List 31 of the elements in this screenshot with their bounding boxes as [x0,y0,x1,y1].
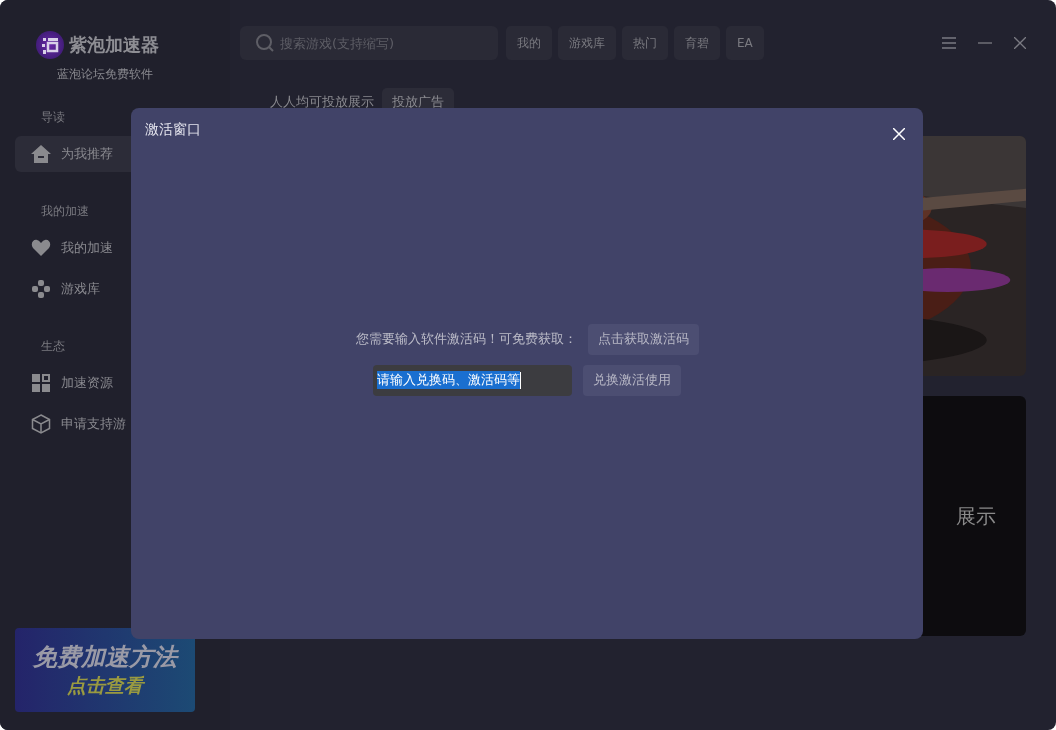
dialog-title: 激活窗口 [145,121,201,139]
tab[interactable]: 热门 [622,26,668,60]
tab[interactable]: 育碧 [674,26,720,60]
logo-icon [35,30,65,60]
app-subtitle: 蓝泡论坛免费软件 [56,66,154,83]
tab[interactable]: 我的 [506,26,552,60]
promo-banner[interactable]: 免费加速方法 点击查看 [15,628,195,712]
app-name: 紫泡加速器 [69,33,159,57]
code-input-field[interactable]: 请输入兑换码、激活码等 [373,364,572,396]
tab[interactable]: 游戏库 [558,26,616,60]
menu-icon[interactable] [942,37,956,49]
sidebar-item[interactable]: 申请支持游 [15,406,215,442]
sidebar-item[interactable]: 加速资源 [15,365,215,401]
section-heading: 导读 [40,109,66,126]
sidebar-item[interactable]: 我的加速 [15,230,215,266]
close-icon[interactable] [1014,37,1026,49]
cube-icon [31,414,51,434]
search-icon [255,33,275,53]
ad-text: 人人均可投放展示 [270,93,374,111]
redeem-button[interactable]: 兑换激活使用 [583,364,681,396]
sidebar-item[interactable]: 游戏库 [15,271,215,307]
ad-card-text: 展示 [956,502,996,530]
section-heading: 生态 [40,338,66,355]
home-icon [31,144,51,164]
grid-icon [31,373,51,393]
tab[interactable]: EA [726,26,764,60]
heart-icon [31,238,51,258]
gamepad-icon [31,279,51,299]
get-code-button[interactable]: 点击获取激活码 [587,323,699,355]
section-heading: 我的加速 [40,203,90,220]
activation-message: 您需要输入软件激活码！可免费获取： [355,330,577,348]
